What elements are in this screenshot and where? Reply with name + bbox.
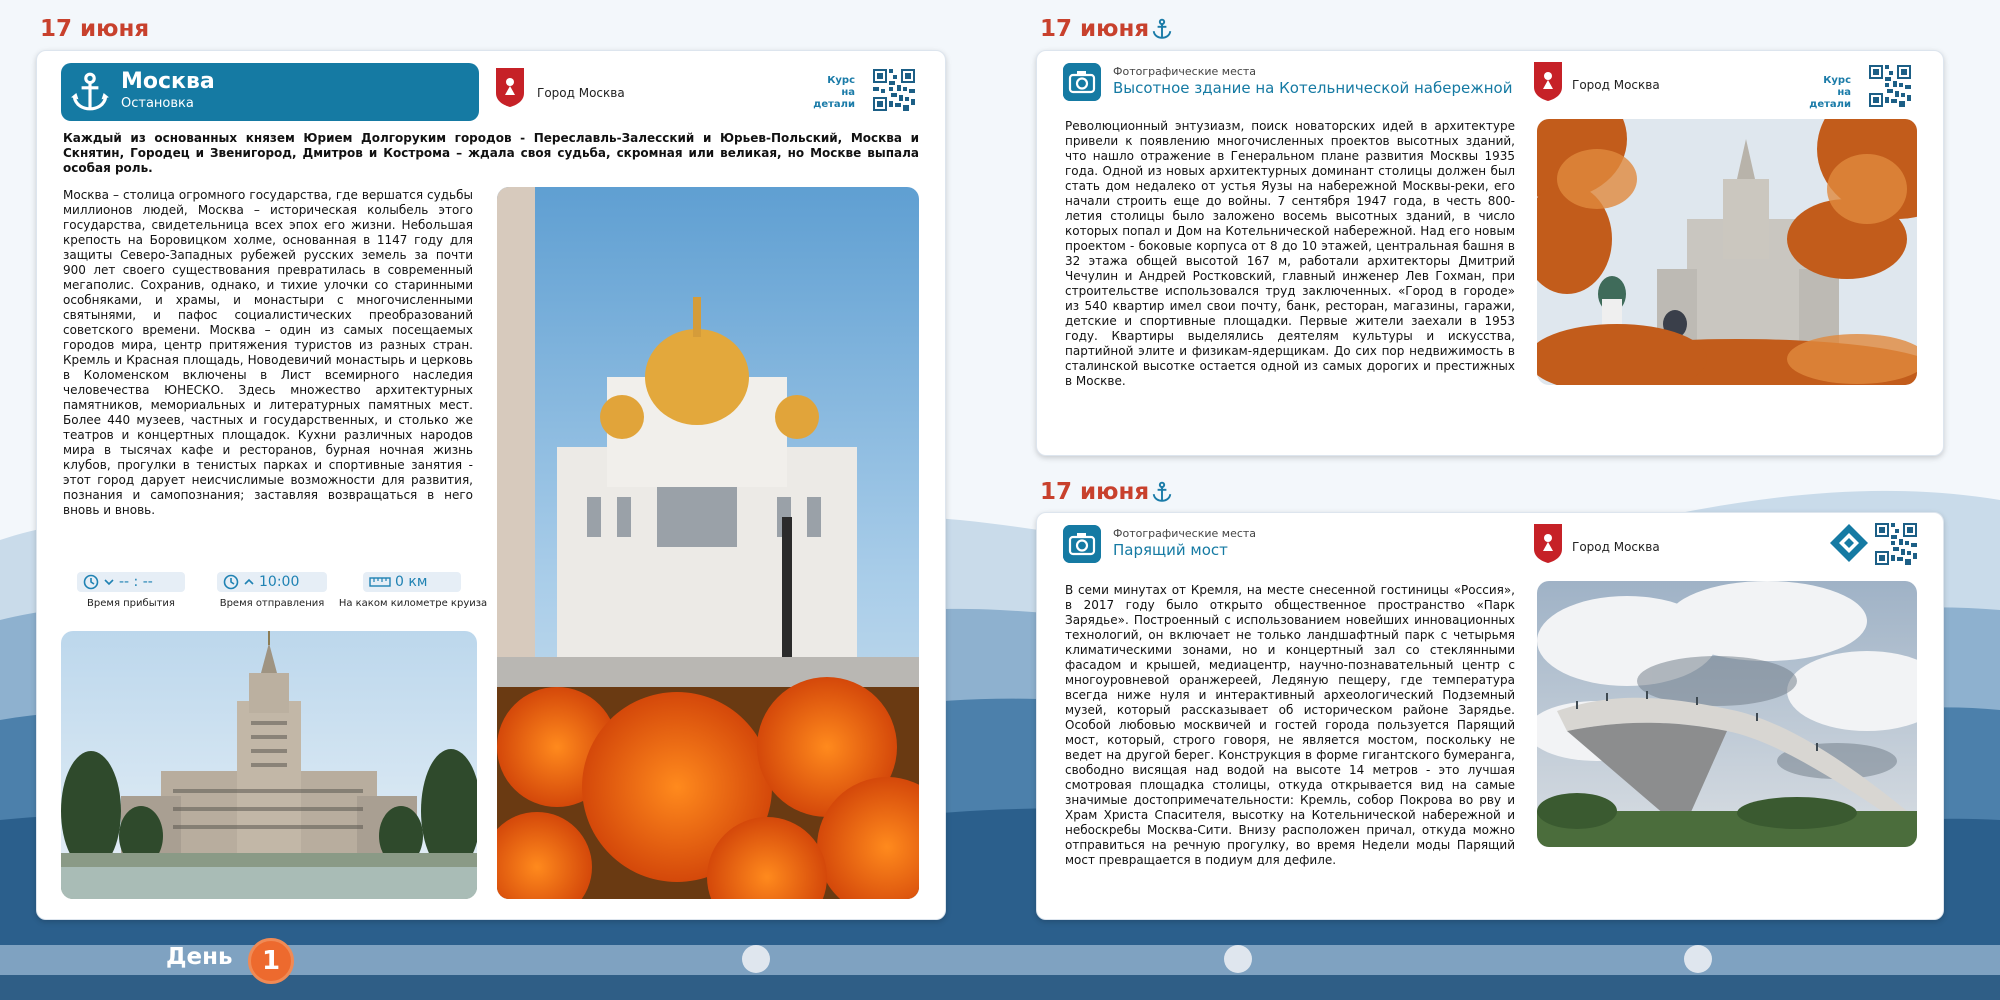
qr-code-icon[interactable] xyxy=(1869,65,1911,107)
stop-card: Москва Остановка Город Москва Курс на дет… xyxy=(36,50,946,920)
qr-code-icon[interactable] xyxy=(873,69,915,111)
place-category: Фотографические места xyxy=(1113,65,1257,78)
arrival-time-value: -- : -- xyxy=(119,574,153,590)
coat-of-arms-icon xyxy=(1534,62,1562,101)
diamond-logo-icon xyxy=(1830,524,1868,562)
stop-subtitle: Остановка xyxy=(121,96,194,111)
ruler-icon xyxy=(369,577,391,587)
stop-badge: Москва Остановка xyxy=(61,63,479,121)
photo-kotelnicheskaya xyxy=(1537,119,1917,385)
city-label: Город Москва xyxy=(1572,540,1660,554)
chevron-up-icon xyxy=(244,578,254,585)
day-dot[interactable] xyxy=(742,945,770,973)
place-body-text: В семи минутах от Кремля, на месте снесе… xyxy=(1065,583,1515,867)
city-label: Город Москва xyxy=(537,86,625,100)
clock-icon xyxy=(83,574,99,590)
anchor-icon xyxy=(1152,481,1172,502)
day-label: День xyxy=(166,944,233,970)
day-dot[interactable] xyxy=(1684,945,1712,973)
departure-time-label: Время отправления xyxy=(219,598,325,609)
city-label: Город Москва xyxy=(1572,78,1660,92)
place-body-text: Революционный энтузиазм, поиск новаторск… xyxy=(1065,119,1515,388)
clock-icon xyxy=(223,574,239,590)
km-label: На каком километре круиза xyxy=(338,598,488,609)
day-number-badge[interactable]: 1 xyxy=(248,938,294,984)
date-heading: 17 июня xyxy=(40,16,150,42)
photo-zaryadye-bridge xyxy=(1537,581,1917,847)
date-heading: 17 июня xyxy=(1040,16,1173,42)
stop-lead-text: Каждый из основанных князем Юрием Долгор… xyxy=(63,131,919,175)
coat-of-arms-icon xyxy=(496,68,524,107)
anchor-icon xyxy=(1152,18,1172,39)
place-title[interactable]: Высотное здание на Котельнической набере… xyxy=(1113,79,1512,97)
anchor-icon xyxy=(71,72,109,111)
arrival-time-field: -- : -- xyxy=(77,572,185,592)
kurs-link[interactable]: Курс на детали xyxy=(1799,75,1851,111)
coat-of-arms-icon xyxy=(1534,524,1562,563)
photo-moscow-university xyxy=(61,631,477,899)
day-dot[interactable] xyxy=(1224,945,1252,973)
chevron-down-icon xyxy=(104,579,114,586)
stop-body-text: Москва – столица огромного государства, … xyxy=(63,188,473,517)
kurs-link[interactable]: Курс на детали xyxy=(803,75,855,111)
qr-code-icon[interactable] xyxy=(1875,523,1917,565)
arrival-time-label: Время прибытия xyxy=(87,598,175,609)
place-card-kotelnicheskaya: Фотографические места Высотное здание на… xyxy=(1036,50,1944,456)
camera-icon xyxy=(1063,63,1101,101)
stop-title: Москва xyxy=(121,69,215,94)
place-category: Фотографические места xyxy=(1113,527,1257,540)
km-value: 0 км xyxy=(395,574,428,590)
place-title[interactable]: Парящий мост xyxy=(1113,541,1228,559)
departure-time-value: 10:00 xyxy=(259,574,300,590)
camera-icon xyxy=(1063,525,1101,563)
departure-time-field: 10:00 xyxy=(217,572,327,592)
date-heading: 17 июня xyxy=(1040,479,1173,505)
km-field: 0 км xyxy=(363,572,461,592)
photo-cathedral xyxy=(497,187,919,899)
place-card-zaryadye-bridge: Фотографические места Парящий мост Город… xyxy=(1036,512,1944,920)
